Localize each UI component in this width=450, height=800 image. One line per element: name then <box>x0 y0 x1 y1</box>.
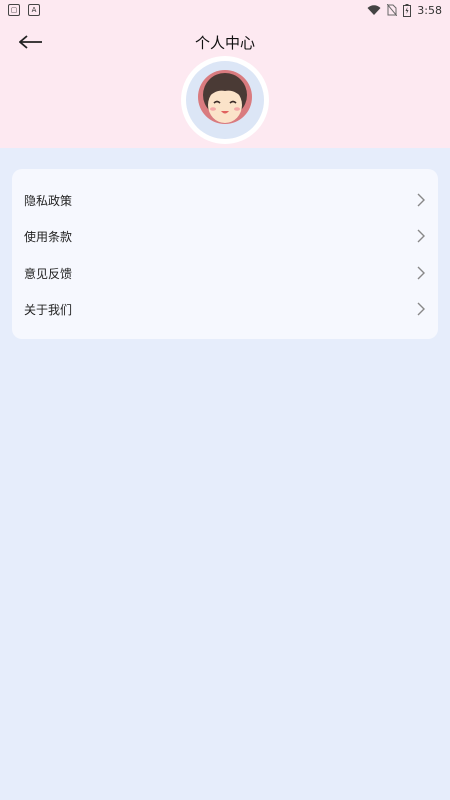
girl-face-icon <box>198 70 252 124</box>
menu-item-label: 使用条款 <box>24 229 73 244</box>
battery-icon <box>403 3 412 17</box>
menu-item-about-us[interactable]: 关于我们 <box>12 291 438 327</box>
chevron-right-icon <box>417 302 425 316</box>
menu-item-terms-of-use[interactable]: 使用条款 <box>12 218 438 254</box>
a-icon: A <box>28 4 40 16</box>
header: ▢ A 3:58 个人中心 <box>0 0 450 148</box>
menu-item-feedback[interactable]: 意见反馈 <box>12 255 438 291</box>
no-sim-icon <box>387 4 398 16</box>
chevron-right-icon <box>417 266 425 280</box>
page-title: 个人中心 <box>194 34 255 52</box>
notification-icon: ▢ <box>8 4 20 16</box>
menu-item-label: 意见反馈 <box>24 266 73 281</box>
chevron-right-icon <box>417 229 425 243</box>
status-time: 3:58 <box>417 3 442 17</box>
avatar[interactable] <box>181 56 269 144</box>
status-bar: ▢ A 3:58 <box>0 0 450 20</box>
settings-card: 隐私政策 使用条款 意见反馈 关于我们 <box>12 169 438 339</box>
menu-item-label: 关于我们 <box>24 302 73 317</box>
chevron-right-icon <box>417 193 425 207</box>
menu-item-privacy-policy[interactable]: 隐私政策 <box>12 182 438 218</box>
wifi-icon <box>367 4 381 15</box>
menu-item-label: 隐私政策 <box>24 193 73 208</box>
